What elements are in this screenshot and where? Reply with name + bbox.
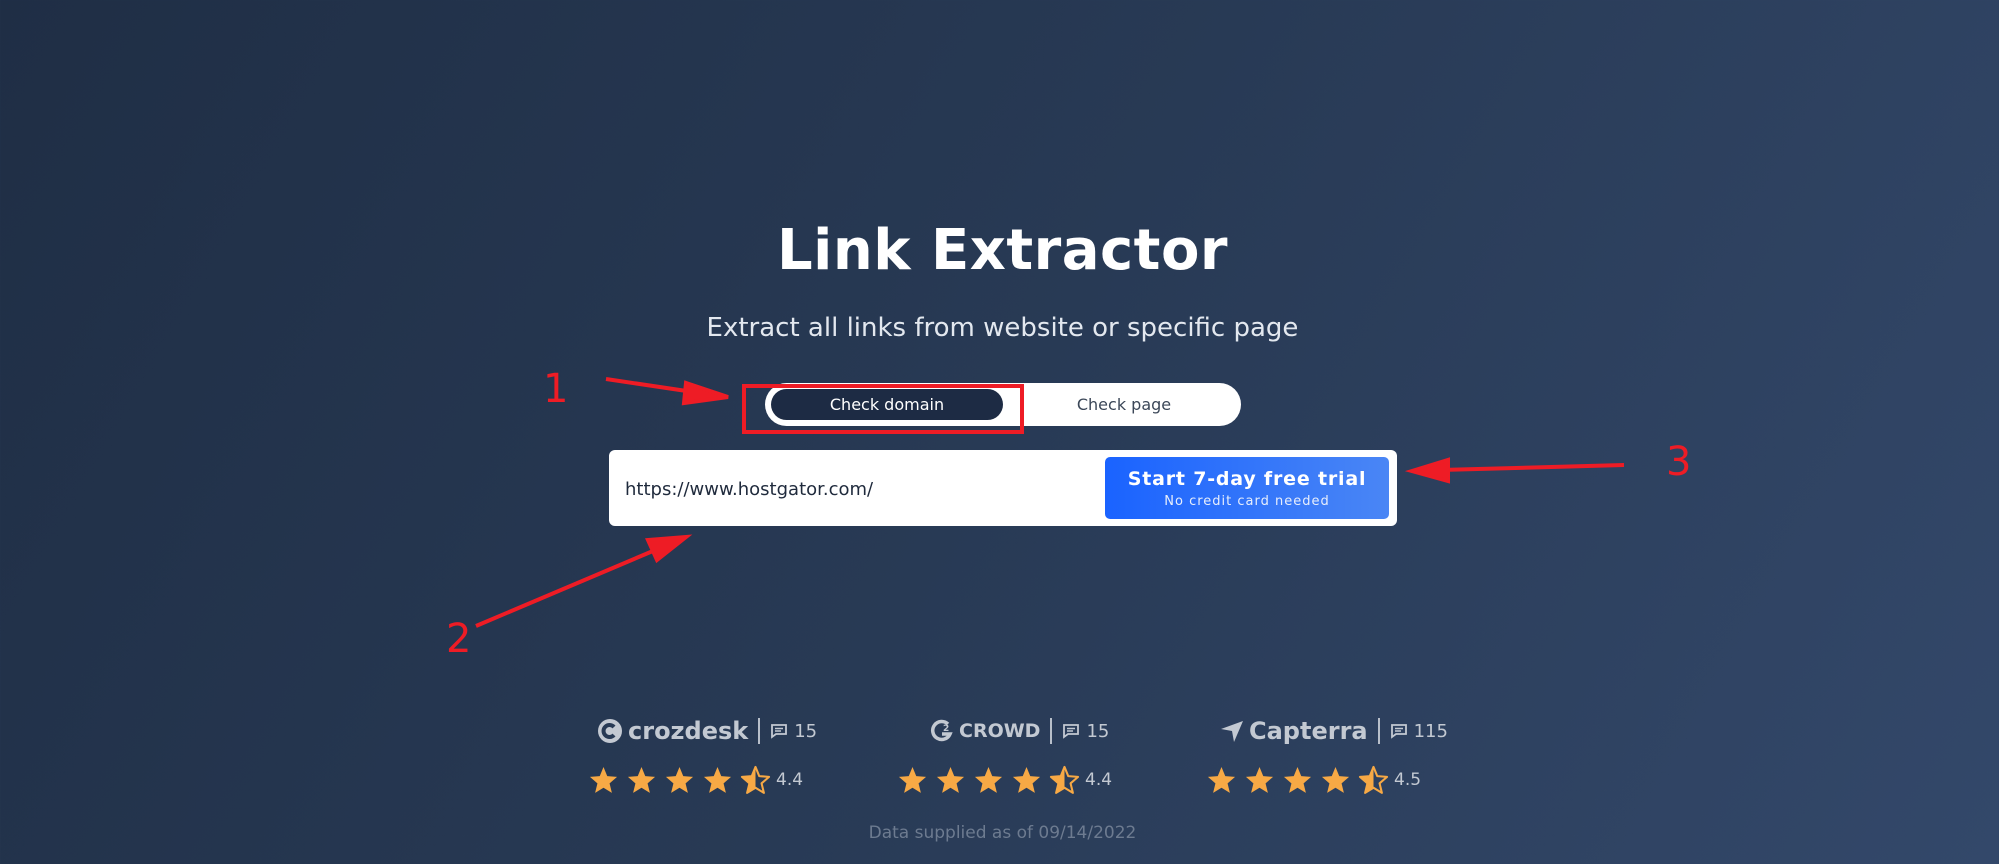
review-count-value: 15: [1086, 720, 1110, 742]
comment-icon: [771, 724, 788, 739]
start-trial-label: Start 7-day free trial: [1127, 467, 1367, 490]
comment-icon: [1390, 724, 1407, 739]
page-subtitle: Extract all links from website or specif…: [706, 313, 1299, 343]
star-filled-icon: [665, 766, 694, 793]
star-half-icon: [1049, 765, 1080, 794]
g2-crowd-brand-label: CROWD: [959, 720, 1041, 742]
star-filled-icon: [1012, 766, 1041, 793]
review-count-value: 115: [1413, 720, 1448, 742]
star-filled-icon: [898, 766, 927, 793]
annotation-number-1: 1: [543, 366, 569, 412]
star-filled-icon: [936, 766, 965, 793]
capterra-brand-label: Capterra: [1249, 717, 1368, 745]
review-count: 115: [1390, 721, 1448, 742]
annotation-arrow-1: [605, 377, 701, 395]
star-half-icon: [740, 765, 771, 794]
star-filled-icon: [703, 766, 732, 793]
start-trial-sublabel: No credit card needed: [1164, 493, 1330, 509]
star-half-icon: [1358, 765, 1389, 794]
url-search-card: Start 7-day free trial No credit card ne…: [609, 450, 1397, 526]
review-stars-capterra: 4.5: [1206, 762, 1421, 798]
g2-logo-icon: 2: [931, 719, 953, 742]
crozdesk-brand: crozdesk: [596, 717, 748, 745]
capterra-logo-icon: [1221, 721, 1243, 742]
data-supplied-note: Data supplied as of 09/14/2022: [868, 823, 1137, 843]
start-trial-button[interactable]: Start 7-day free trial No credit card ne…: [1105, 457, 1389, 519]
annotation-number-2: 2: [446, 616, 472, 662]
review-stars-crozdesk: 4.4: [588, 762, 803, 798]
star-filled-icon: [589, 766, 618, 793]
review-separator: [758, 718, 761, 744]
star-filled-icon: [1207, 766, 1236, 793]
rating-value: 4.5: [1394, 770, 1422, 790]
review-count-value: 15: [794, 720, 818, 742]
url-input[interactable]: [623, 464, 1107, 514]
star-filled-icon: [1245, 766, 1274, 793]
comment-icon: [1063, 724, 1080, 739]
review-g2-crowd: 2 CROWD 15: [929, 713, 1109, 749]
annotation-arrowhead-1: [681, 380, 729, 406]
review-crozdesk: crozdesk 15: [596, 713, 817, 749]
crozdesk-brand-label: crozdesk: [628, 717, 749, 745]
review-separator: [1377, 718, 1380, 744]
review-separator: [1050, 718, 1053, 744]
annotation-highlight-box: [742, 384, 1024, 434]
star-filled-icon: [1321, 766, 1350, 793]
annotation-arrowhead-2: [645, 534, 693, 564]
check-page-option[interactable]: Check page: [1015, 389, 1233, 420]
star-filled-icon: [1283, 766, 1312, 793]
review-capterra: Capterra 115: [1219, 713, 1448, 749]
review-count: 15: [1062, 721, 1109, 742]
annotation-arrowhead-3: [1404, 457, 1450, 484]
page-title: Link Extractor: [776, 218, 1229, 283]
review-stars-g2-crowd: 4.4: [897, 762, 1112, 798]
annotation-arrow-2: [475, 546, 661, 628]
annotation-arrow-3: [1439, 463, 1625, 472]
star-filled-icon: [627, 766, 656, 793]
annotation-number-3: 3: [1666, 439, 1692, 485]
rating-value: 4.4: [1085, 770, 1113, 790]
crozdesk-logo-icon: [598, 719, 622, 743]
svg-text:2: 2: [943, 724, 949, 734]
star-filled-icon: [974, 766, 1003, 793]
g2-crowd-brand: 2 CROWD: [929, 718, 1040, 744]
rating-value: 4.4: [776, 770, 804, 790]
review-count: 15: [770, 721, 817, 742]
capterra-brand: Capterra: [1219, 717, 1368, 745]
